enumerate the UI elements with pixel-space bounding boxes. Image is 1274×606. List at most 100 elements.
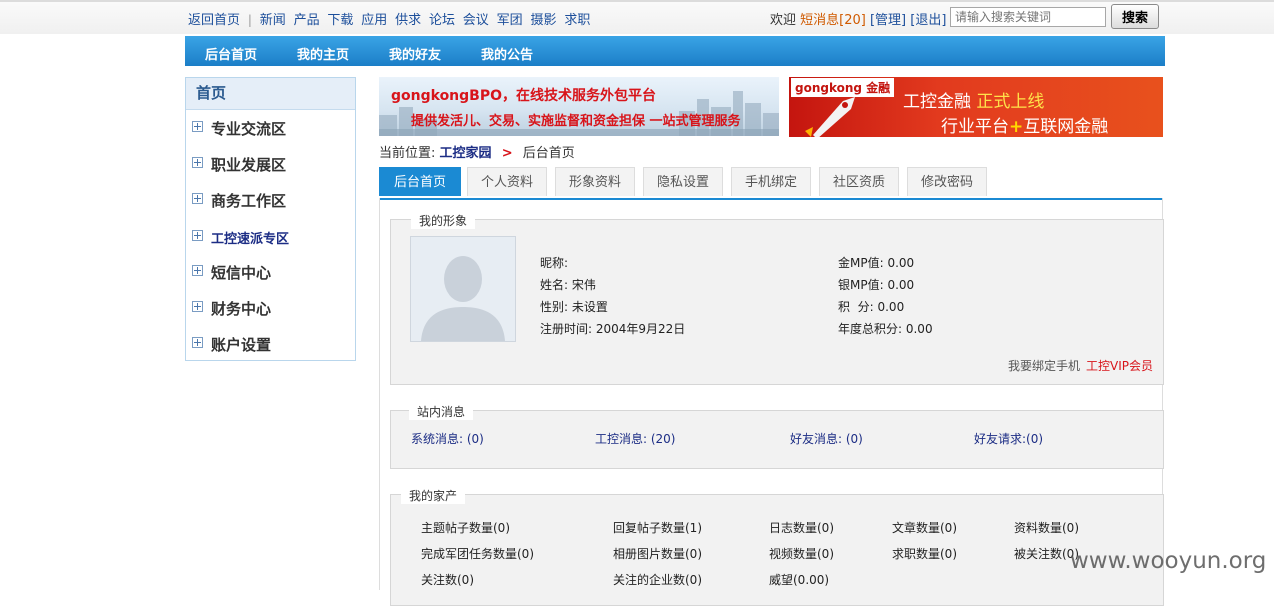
profile-name: 姓名: 宋伟 — [540, 278, 596, 292]
link-apps[interactable]: 应用 — [361, 13, 387, 28]
sidebar-item-label: 财务中心 — [211, 300, 272, 318]
sidebar-item-label: 账户设置 — [211, 336, 272, 354]
asset-item[interactable]: 完成军团任务数量(0) — [421, 545, 534, 562]
friend-messages-link[interactable]: 好友消息: (0) — [790, 430, 863, 447]
profile-nickname: 昵称: — [540, 256, 569, 270]
expand-plus-icon[interactable] — [192, 265, 203, 276]
link-meetings[interactable]: 会议 — [463, 13, 489, 28]
sidebar-item-label: 职业发展区 — [211, 156, 287, 174]
sidebar-item-account[interactable]: 账户设置 — [192, 334, 271, 355]
asset-item[interactable]: 威望(0.00) — [769, 571, 829, 588]
sidebar-item-career[interactable]: 职业发展区 — [192, 154, 286, 175]
asset-item[interactable]: 求职数量(0) — [892, 545, 957, 562]
link-downloads[interactable]: 下载 — [327, 13, 353, 28]
banner-headline: gongkongBPO，在线技术服务外包平台 — [391, 88, 657, 104]
separator: | — [247, 13, 252, 27]
welcome-text: 欢迎 — [770, 13, 797, 28]
nav-my-home[interactable]: 我的主页 — [297, 44, 349, 63]
sidebar-item-business[interactable]: 商务工作区 — [192, 190, 286, 211]
asset-item[interactable]: 关注的企业数(0) — [613, 571, 702, 588]
banner-text: 行业平台 — [941, 117, 1009, 137]
nav-my-friends[interactable]: 我的好友 — [389, 44, 441, 63]
breadcrumb-label: 当前位置: — [379, 146, 436, 161]
profile-registered: 注册时间: 2004年9月22日 — [540, 322, 686, 336]
asset-item[interactable]: 相册图片数量(0) — [613, 545, 702, 562]
link-legion[interactable]: 军团 — [497, 13, 523, 28]
profile-annual-points: 年度总积分: 0.00 — [838, 322, 933, 336]
asset-item[interactable]: 资料数量(0) — [1014, 519, 1079, 536]
search-input[interactable] — [950, 7, 1106, 27]
manage-link[interactable]: [管理] — [870, 13, 906, 28]
link-back-home[interactable]: 返回首页 — [188, 13, 240, 28]
expand-plus-icon[interactable] — [192, 230, 203, 241]
profile-silver-mp: 银MP值: 0.00 — [838, 278, 915, 292]
link-news[interactable]: 新闻 — [260, 13, 286, 28]
system-messages-link[interactable]: 系统消息: (0) — [411, 430, 484, 447]
sms-link[interactable]: 短消息[20] — [800, 13, 866, 28]
sidebar-item-finance[interactable]: 财务中心 — [192, 298, 271, 319]
sidebar-item-professional[interactable]: 专业交流区 — [192, 118, 286, 139]
avatar[interactable] — [410, 236, 516, 342]
link-supply[interactable]: 供求 — [395, 13, 421, 28]
tab-dashboard[interactable]: 后台首页 — [379, 167, 461, 196]
tab-community[interactable]: 社区资质 — [819, 167, 899, 196]
asset-item[interactable]: 日志数量(0) — [769, 519, 834, 536]
link-forum[interactable]: 论坛 — [429, 13, 455, 28]
tab-profile[interactable]: 个人资料 — [467, 167, 547, 196]
plus-icon: + — [1009, 117, 1024, 137]
expand-plus-icon[interactable] — [192, 193, 203, 204]
nav-dashboard[interactable]: 后台首页 — [205, 44, 257, 63]
link-photo[interactable]: 摄影 — [530, 13, 556, 28]
gongkong-messages-link[interactable]: 工控消息: (20) — [595, 430, 676, 447]
tab-privacy[interactable]: 隐私设置 — [643, 167, 723, 196]
expand-plus-icon[interactable] — [192, 301, 203, 312]
profile-gender: 性别: 未设置 — [540, 300, 608, 314]
tab-phone-binding[interactable]: 手机绑定 — [731, 167, 811, 196]
logout-link[interactable]: [退出] — [910, 13, 946, 28]
watermark: www.wooyun.org — [1070, 548, 1267, 574]
asset-item[interactable]: 文章数量(0) — [892, 519, 957, 536]
bpo-banner[interactable]: gongkongBPO，在线技术服务外包平台 提供发活儿、交易、实施监督和资金担… — [379, 77, 779, 136]
expand-plus-icon[interactable] — [192, 121, 203, 132]
breadcrumb-home-link[interactable]: 工控家园 — [440, 146, 492, 161]
breadcrumb: 当前位置: 工控家园 > 后台首页 — [379, 142, 575, 161]
welcome-area: 欢迎 短消息[20] [管理] [退出] — [770, 9, 946, 28]
profile-points: 积 分: 0.00 — [838, 300, 905, 314]
tab-change-password[interactable]: 修改密码 — [907, 167, 987, 196]
asset-item[interactable]: 回复帖子数量(1) — [613, 519, 702, 536]
nav-my-notices[interactable]: 我的公告 — [481, 44, 533, 63]
link-jobs[interactable]: 求职 — [564, 13, 590, 28]
assets-legend: 我的家产 — [401, 487, 466, 504]
messages-legend: 站内消息 — [409, 403, 474, 420]
bind-phone-link[interactable]: 我要绑定手机 — [1008, 357, 1080, 374]
asset-item[interactable]: 关注数(0) — [421, 571, 474, 588]
banner-line1: 工控金融 正式上线 — [903, 87, 1044, 112]
profile-legend: 我的形象 — [411, 212, 476, 229]
tab-image[interactable]: 形象资料 — [555, 167, 635, 196]
asset-item[interactable]: 视频数量(0) — [769, 545, 834, 562]
link-products[interactable]: 产品 — [294, 13, 320, 28]
banner-highlight: 正式上线 — [976, 92, 1045, 112]
expand-plus-icon[interactable] — [192, 157, 203, 168]
default-avatar-icon — [411, 237, 515, 341]
rocket-icon — [805, 97, 855, 137]
friend-requests-link[interactable]: 好友请求:(0) — [974, 430, 1043, 447]
asset-item[interactable]: 主题帖子数量(0) — [421, 519, 510, 536]
profile-gold-mp: 金MP值: 0.00 — [838, 256, 915, 270]
sidebar-item-sms[interactable]: 短信中心 — [192, 262, 271, 283]
vip-member-link[interactable]: 工控VIP会员 — [1086, 357, 1153, 374]
messages-section: 站内消息 — [390, 403, 1164, 469]
tab-bar: 后台首页 个人资料 形象资料 隐私设置 手机绑定 社区资质 修改密码 — [379, 167, 1163, 200]
banner-text: 工控金融 — [903, 92, 971, 112]
search-button[interactable]: 搜索 — [1111, 4, 1159, 29]
chevron-right-icon: > — [501, 146, 513, 161]
sidebar-title[interactable]: 首页 — [186, 78, 355, 110]
banner-text: 互联网金融 — [1023, 117, 1109, 137]
sidebar: 首页 专业交流区 职业发展区 商务工作区 工控速派专区 短信中心 财务中心 账户… — [185, 77, 356, 361]
top-links: 返回首页 | 新闻 产品 下载 应用 供求 论坛 会议 军团 摄影 求职 — [188, 9, 594, 28]
main-nav: 后台首页 我的主页 我的好友 我的公告 — [185, 36, 1165, 66]
expand-plus-icon[interactable] — [192, 337, 203, 348]
breadcrumb-current: 后台首页 — [522, 146, 575, 161]
finance-banner[interactable]: gongkong 金融 工控金融 正式上线 行业平台+互联网金融 — [789, 77, 1163, 137]
sidebar-item-express[interactable]: 工控速派专区 — [192, 228, 289, 247]
